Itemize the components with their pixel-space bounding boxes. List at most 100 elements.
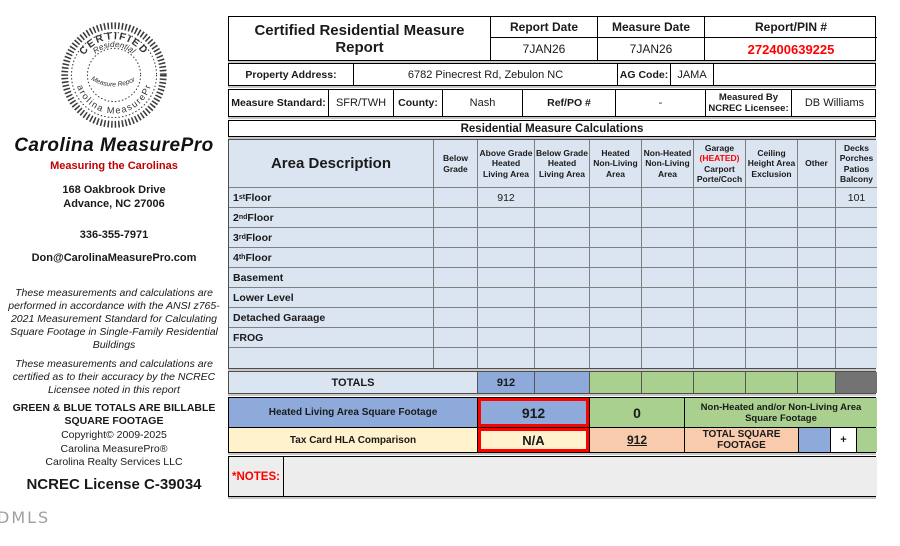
company-line2: Carolina Realty Services LLC <box>45 456 183 468</box>
col-other: Other <box>798 140 836 188</box>
calc-cell <box>535 288 590 308</box>
calc-cell <box>478 208 535 228</box>
garage-line1: Garage <box>704 142 735 153</box>
calc-cell-decks: 101 <box>836 188 877 208</box>
row-name: Basement <box>233 271 284 284</box>
calc-cell <box>836 288 877 308</box>
area-description-header: Area Description <box>229 140 434 188</box>
row-name: Detached Garaage <box>233 311 326 324</box>
calc-cell <box>434 228 478 248</box>
calc-cell <box>535 188 590 208</box>
certified-seal: CERTIFIED Residential Measure Report Car… <box>52 9 172 139</box>
totals-label: TOTALS <box>229 372 478 393</box>
calc-cell <box>478 268 535 288</box>
calc-cell <box>694 208 746 228</box>
calc-cell <box>694 188 746 208</box>
copyright-block: Copyright© 2009-2025 Carolina MeasurePro… <box>8 429 220 470</box>
calc-cell <box>478 248 535 268</box>
calc-cell <box>535 248 590 268</box>
tax-card-value: N/A <box>478 428 590 452</box>
totals-heated-nla <box>590 372 642 393</box>
property-row: Property Address: 6782 Pinecrest Rd, Zeb… <box>228 63 876 86</box>
svg-text:Carolina MeasurePro: Carolina MeasurePro <box>56 16 153 116</box>
seal-icon: CERTIFIED Residential Measure Report Car… <box>52 9 167 128</box>
calc-cell <box>746 208 798 228</box>
row-rest: Floor <box>247 211 274 224</box>
total-blue-cell <box>799 428 831 452</box>
notes-label: *NOTES: <box>229 457 284 496</box>
calc-cell <box>478 308 535 328</box>
calc-cell <box>642 188 694 208</box>
brand-tagline: Measuring the Carolinas <box>50 160 178 172</box>
calc-cell <box>434 188 478 208</box>
col-decks: Decks Porches Patios Balcony <box>836 140 877 188</box>
calc-cell <box>642 288 694 308</box>
calc-cell <box>590 348 642 368</box>
ref-po-value: - <box>616 90 706 116</box>
calc-cell <box>694 308 746 328</box>
standard-row: Measure Standard: SFR/TWH County: Nash R… <box>228 89 876 117</box>
report-title: Certified Residential Measure Report <box>229 17 491 60</box>
calc-cell <box>798 328 836 348</box>
calc-cell <box>590 188 642 208</box>
garage-line3: Carport Porte/Coch <box>696 163 743 185</box>
row-label-blank <box>229 348 434 368</box>
billable-note: GREEN & BLUE TOTALS ARE BILLABLE SQUARE … <box>12 402 216 427</box>
seal-text-brand: Carolina MeasurePro <box>52 9 152 116</box>
calc-cell <box>746 328 798 348</box>
tax-card-row: Tax Card HLA Comparison N/A 912 TOTAL SQ… <box>228 427 877 453</box>
ref-po-label: Ref/PO # <box>523 90 616 116</box>
calc-cell <box>798 188 836 208</box>
col-heated-nla: Heated Non-Living Area <box>590 140 642 188</box>
measure-date-label: Measure Date <box>598 17 705 38</box>
row-label-4th-floor: 4th Floor <box>229 248 434 268</box>
row-rest: Floor <box>245 251 272 264</box>
row-name: 1 <box>233 191 239 204</box>
calc-cell <box>746 188 798 208</box>
calc-cell <box>836 348 877 368</box>
calc-cell <box>746 248 798 268</box>
hla-summary-label: Heated Living Area Square Footage <box>229 398 478 427</box>
calc-cell <box>694 248 746 268</box>
calc-cell <box>535 308 590 328</box>
notes-content <box>284 457 877 496</box>
totals-garage <box>694 372 746 393</box>
calc-cell <box>642 348 694 368</box>
calc-cell <box>694 268 746 288</box>
calc-cell <box>746 288 798 308</box>
calc-cell <box>836 248 877 268</box>
totals-row: TOTALS 912 <box>228 371 877 394</box>
calc-cell <box>535 268 590 288</box>
county-value: Nash <box>443 90 523 116</box>
phone-number: 336-355-7971 <box>79 229 149 241</box>
hla-summary-row: Heated Living Area Square Footage 912 0 … <box>228 397 877 427</box>
disclaimer-certified: These measurements and calculations are … <box>12 358 216 396</box>
calc-cell <box>694 228 746 248</box>
hla-summary-value: 912 <box>478 398 590 427</box>
calc-cell <box>535 348 590 368</box>
row-name: FROG <box>233 331 264 344</box>
calc-cell <box>642 228 694 248</box>
property-empty-cell <box>714 64 877 85</box>
pin-value: 272400639225 <box>747 41 835 57</box>
calc-cell-above-grade: 912 <box>478 188 535 208</box>
calc-cell <box>746 308 798 328</box>
calc-cell <box>694 328 746 348</box>
totals-below-grade-hla <box>535 372 590 393</box>
calc-cell <box>746 268 798 288</box>
calc-cell <box>694 348 746 368</box>
calc-cell <box>590 208 642 228</box>
total-green-cell <box>857 428 877 452</box>
calc-cell <box>836 208 877 228</box>
measure-standard-label: Measure Standard: <box>229 90 329 116</box>
address-line2: Advance, NC 27006 <box>63 198 165 210</box>
col-ceiling-exclusion: Ceiling Height Area Exclusion <box>746 140 798 188</box>
measure-standard-value: SFR/TWH <box>329 90 394 116</box>
ag-code-value: JAMA <box>671 64 714 85</box>
calc-cell <box>434 288 478 308</box>
calc-cell <box>746 228 798 248</box>
calc-cell <box>798 228 836 248</box>
totals-ceiling <box>746 372 798 393</box>
ag-code-label: AG Code: <box>618 64 671 85</box>
report-body: Certified Residential Measure Report Rep… <box>228 16 877 497</box>
